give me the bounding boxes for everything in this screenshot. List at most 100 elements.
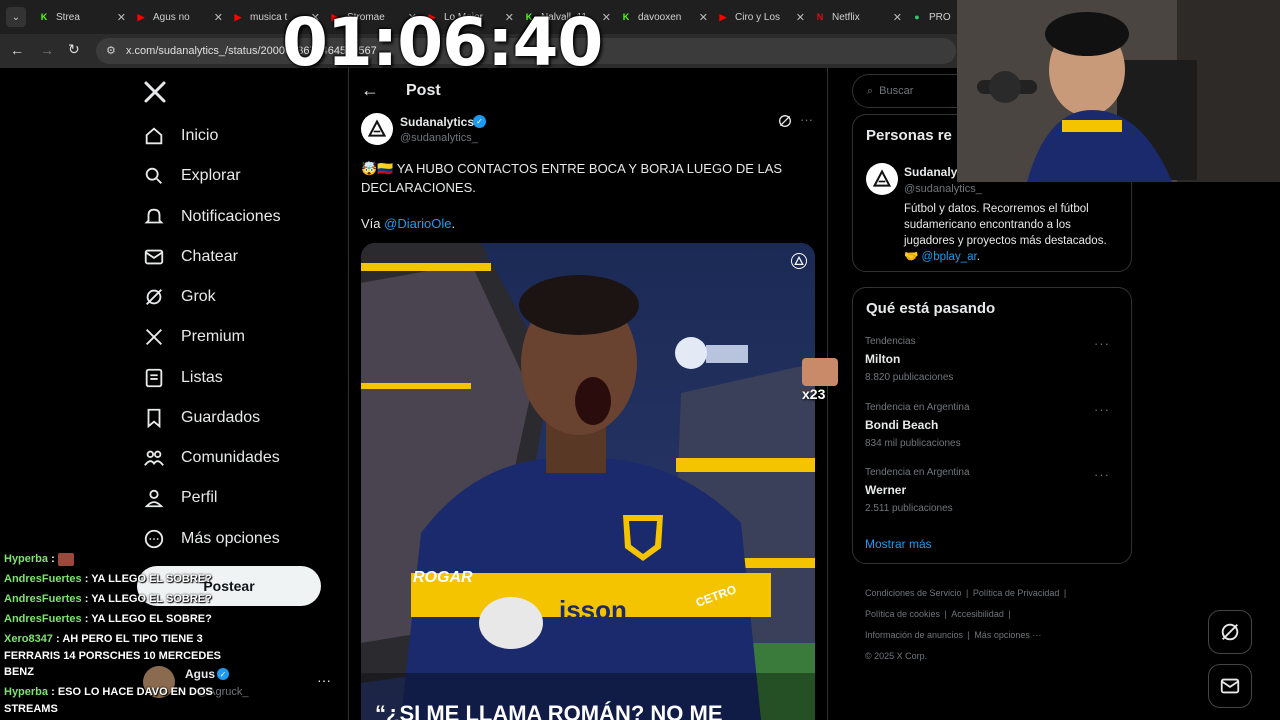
mention-link[interactable]: @DiarioOle bbox=[384, 216, 451, 231]
post-via: Vía @DiarioOle. bbox=[361, 216, 455, 231]
nav-item-label: Inicio bbox=[181, 127, 219, 144]
tab-close-icon[interactable]: ✕ bbox=[602, 11, 611, 24]
chat-message: Hyperba : bbox=[4, 553, 55, 565]
who-avatar[interactable] bbox=[866, 163, 898, 195]
webcam-overlay bbox=[957, 0, 1280, 182]
nav-item-notificaciones[interactable]: Notificaciones bbox=[143, 201, 281, 233]
chat-username: AndresFuertes bbox=[4, 613, 82, 625]
trend-more-icon[interactable]: ··· bbox=[1094, 402, 1110, 417]
tab-close-icon[interactable]: ✕ bbox=[796, 11, 805, 24]
reload-icon[interactable]: ↻ bbox=[68, 41, 80, 58]
tab-close-icon[interactable]: ✕ bbox=[214, 11, 223, 24]
nav-item-chatear[interactable]: Chatear bbox=[143, 241, 238, 273]
trend-item[interactable]: Tendencias Milton 8.820 publicaciones ··· bbox=[865, 336, 1125, 383]
list-icon bbox=[145, 368, 163, 388]
nav-item-explorar[interactable]: Explorar bbox=[143, 160, 241, 192]
nav-item-label: Notificaciones bbox=[181, 208, 281, 225]
tab-favicon-icon: ▶ bbox=[137, 11, 145, 22]
grok-float-button[interactable] bbox=[1208, 610, 1252, 654]
site-info-icon[interactable]: ⚙ bbox=[106, 44, 116, 57]
mail-icon bbox=[144, 249, 164, 265]
author-name[interactable]: Sudanalytics bbox=[400, 115, 474, 129]
post-image[interactable]: ROGAR isson CETRO “¿SI ME LLAMA ROMÁN? N… bbox=[361, 243, 815, 720]
chat-text: YA LLEGO EL SOBRE? bbox=[91, 613, 212, 625]
verified-icon: ✓ bbox=[473, 115, 486, 128]
person-icon bbox=[144, 489, 164, 508]
browser-tab[interactable]: ▶ Ciro y Los ✕ bbox=[717, 4, 805, 30]
chat-emote-icon bbox=[58, 553, 74, 566]
chat-message: AndresFuertes : YA LLEGO EL SOBRE? bbox=[4, 593, 212, 605]
who-title: Personas re bbox=[866, 127, 952, 144]
emote-badge: x23 bbox=[802, 358, 838, 404]
column-divider-left bbox=[348, 68, 349, 720]
account-more-icon[interactable]: ··· bbox=[317, 672, 331, 688]
tab-close-icon[interactable]: ✕ bbox=[893, 11, 902, 24]
nav-item-label: Grok bbox=[181, 288, 216, 305]
nav-item-label: Más opciones bbox=[181, 530, 280, 547]
post-text-line: YA HUBO CONTACTOS ENTRE BOCA Y BORJA LUE… bbox=[361, 161, 783, 195]
nav-item-más-opciones[interactable]: Más opciones bbox=[143, 523, 280, 555]
chat-separator: : bbox=[81, 593, 92, 605]
emote-image bbox=[802, 358, 838, 386]
footer-more[interactable]: Más opciones ··· bbox=[974, 630, 1041, 640]
search-icon bbox=[145, 167, 162, 184]
who-bio-link[interactable]: @bplay_ar bbox=[922, 251, 977, 263]
footer-ads[interactable]: Información de anuncios bbox=[865, 630, 963, 640]
browser-tab[interactable]: K Strea ✕ bbox=[38, 4, 126, 30]
footer-cookies[interactable]: Política de cookies bbox=[865, 609, 940, 619]
post-text: 🤯🇨🇴 YA HUBO CONTACTOS ENTRE BOCA Y BORJA… bbox=[361, 159, 791, 197]
browser-tab[interactable]: N Netflix ✕ bbox=[814, 4, 902, 30]
back-icon[interactable]: ← bbox=[10, 42, 24, 58]
trend-count: 2.511 publicaciones bbox=[865, 503, 953, 514]
more-icon bbox=[144, 529, 164, 549]
chat-message: Xero8347 : AH PERO EL TIPO TIENE 3 bbox=[4, 633, 203, 645]
back-arrow-icon[interactable]: ← bbox=[361, 80, 379, 101]
chat-username: Hyperba bbox=[4, 553, 49, 565]
chat-message: FERRARIS 14 PORSCHES 10 MERCEDES bbox=[4, 650, 221, 662]
chat-message: Hyperba : ESO LO HACE DAVO EN DOS bbox=[4, 686, 213, 698]
trend-item[interactable]: Tendencia en Argentina Werner 2.511 public… bbox=[865, 467, 1125, 514]
trend-item[interactable]: Tendencia en Argentina Bondi Beach 834 mil… bbox=[865, 402, 1125, 449]
nav-item-label: Listas bbox=[181, 369, 223, 386]
grok-icon[interactable] bbox=[777, 113, 793, 134]
author-handle[interactable]: @sudanalytics_ bbox=[400, 132, 478, 144]
nav-item-inicio[interactable]: Inicio bbox=[143, 120, 218, 152]
nav-item-comunidades[interactable]: Comunidades bbox=[143, 442, 280, 474]
tab-label: PRO bbox=[929, 11, 951, 23]
trend-more-icon[interactable]: ··· bbox=[1094, 467, 1110, 482]
messages-float-button[interactable] bbox=[1208, 664, 1252, 708]
image-caption: “¿SI ME LLAMA ROMÁN? NO ME bbox=[375, 701, 723, 720]
nav-item-perfil[interactable]: Perfil bbox=[143, 482, 217, 514]
nav-item-premium[interactable]: Premium bbox=[143, 321, 245, 353]
nav-item-guardados[interactable]: Guardados bbox=[143, 402, 260, 434]
browser-tab[interactable]: Kdavooxen ✕ bbox=[620, 4, 708, 30]
nav-item-listas[interactable]: Listas bbox=[143, 362, 223, 394]
footer-privacy[interactable]: Política de Privacidad bbox=[973, 588, 1060, 598]
page-title: Post bbox=[406, 82, 441, 99]
tab-close-icon[interactable]: ✕ bbox=[699, 11, 708, 24]
tab-favicon-icon: N bbox=[816, 12, 824, 22]
trend-more-icon[interactable]: ··· bbox=[1094, 336, 1110, 351]
tab-close-icon[interactable]: ✕ bbox=[117, 11, 126, 24]
account-name: Agus bbox=[185, 667, 215, 681]
forward-icon[interactable]: → bbox=[40, 42, 54, 58]
nav-item-label: Comunidades bbox=[181, 449, 280, 466]
who-name[interactable]: Sudanaly bbox=[904, 165, 957, 179]
browser-tab[interactable]: ▶ Agus no ✕ bbox=[135, 4, 223, 30]
chat-username: Xero8347 bbox=[4, 633, 53, 645]
footer-accessibility[interactable]: Accesibilidad bbox=[951, 609, 1004, 619]
tab-list-button[interactable]: ⌄ bbox=[6, 7, 26, 27]
mail-icon bbox=[1220, 678, 1240, 694]
emote-count: x23 bbox=[802, 386, 826, 402]
show-more-link[interactable]: Mostrar más bbox=[865, 537, 932, 551]
x-logo[interactable] bbox=[143, 80, 167, 104]
post-more-icon[interactable]: ··· bbox=[800, 112, 813, 127]
grok-icon bbox=[1221, 623, 1239, 641]
footer-terms[interactable]: Condiciones de Servicio bbox=[865, 588, 962, 598]
chat-username: AndresFuertes bbox=[4, 593, 82, 605]
who-handle[interactable]: @sudanalytics_ bbox=[904, 183, 982, 195]
author-avatar[interactable] bbox=[361, 113, 393, 145]
tab-label: Agus no bbox=[153, 11, 190, 23]
nav-item-grok[interactable]: Grok bbox=[143, 281, 216, 313]
trend-count: 834 mil publicaciones bbox=[865, 438, 961, 449]
